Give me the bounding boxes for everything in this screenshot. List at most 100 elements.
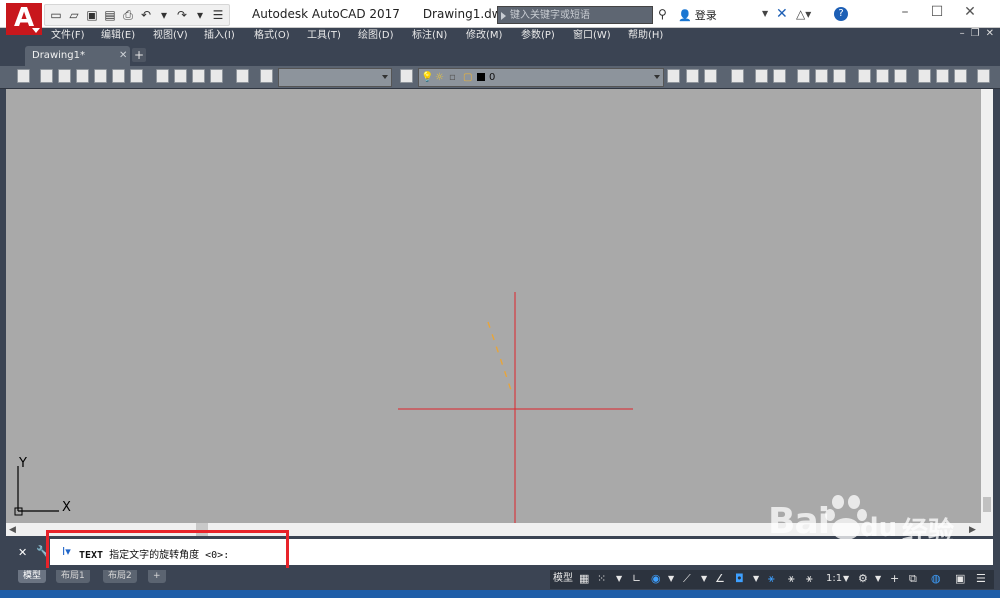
save-as-icon[interactable]: ▤ (103, 8, 117, 22)
close-icon[interactable]: ✕ (18, 546, 27, 559)
menu-insert[interactable]: 插入(I) (204, 28, 235, 44)
layer-states-icon[interactable] (704, 69, 717, 83)
chevron-down-icon[interactable]: ▼ (616, 572, 622, 586)
ucs-z-icon[interactable] (954, 69, 967, 83)
vertical-scrollbar[interactable] (981, 89, 993, 523)
tab-layout2[interactable]: 布局2 (103, 570, 137, 583)
view-manager-icon[interactable] (260, 69, 273, 83)
gear-icon[interactable]: ⚙ (858, 572, 868, 586)
annotation-scale-value[interactable]: 1:1 (826, 572, 842, 586)
doc-minimize-icon[interactable]: – (960, 28, 965, 39)
menu-modify[interactable]: 修改(M) (466, 28, 502, 44)
menu-help[interactable]: 帮助(H) (628, 28, 663, 44)
redo-icon[interactable]: ↷ (175, 8, 189, 22)
sw-iso-icon[interactable] (156, 69, 169, 83)
add-layout-icon[interactable]: + (148, 570, 166, 583)
undo-dropdown-icon[interactable]: ▾ (157, 8, 171, 22)
scroll-left-icon[interactable]: ◀ (9, 525, 16, 535)
chevron-down-icon[interactable]: ▼ (701, 572, 707, 586)
annotation-visibility-icon[interactable]: ⚹ (768, 572, 775, 586)
ucs-origin-icon[interactable] (894, 69, 907, 83)
doc-close-icon[interactable]: ✕ (986, 28, 994, 39)
print-icon[interactable]: ⎙ (121, 8, 135, 22)
fullscreen-icon[interactable]: ▣ (955, 572, 965, 586)
chevron-down-icon[interactable]: ▼ (753, 572, 759, 586)
nw-iso-icon[interactable] (210, 69, 223, 83)
redo-dropdown-icon[interactable]: ▾ (193, 8, 207, 22)
menu-window[interactable]: 窗口(W) (573, 28, 611, 44)
make-current-layer-icon[interactable] (667, 69, 680, 83)
ucs-apply-icon[interactable] (977, 69, 990, 83)
menu-edit[interactable]: 编辑(E) (101, 28, 135, 44)
new-tab-button[interactable]: + (132, 48, 146, 62)
zoom-scale-icon[interactable] (833, 69, 846, 83)
application-menu-button[interactable]: A (6, 3, 42, 35)
sign-in-button[interactable]: 👤 登录 (678, 7, 717, 23)
menu-format[interactable]: 格式(O) (254, 28, 290, 44)
close-icon[interactable]: ✕ (960, 4, 980, 20)
chevron-down-icon[interactable]: ▼ (762, 9, 768, 18)
object-snap-tracking-icon[interactable]: ∠ (715, 572, 725, 586)
ucs-icon[interactable] (858, 69, 871, 83)
menu-tools[interactable]: 工具(T) (307, 28, 341, 44)
ne-iso-icon[interactable] (192, 69, 205, 83)
view-bottom-icon[interactable] (58, 69, 71, 83)
customize-status-icon[interactable]: ☰ (976, 572, 986, 586)
new-file-icon[interactable]: ▭ (49, 8, 63, 22)
undo-icon[interactable]: ↶ (139, 8, 153, 22)
menu-parametric[interactable]: 参数(P) (521, 28, 555, 44)
layer-dropdown[interactable]: 💡 ☼ ▫ ▢ 0 (418, 68, 664, 87)
layer-properties-icon[interactable] (400, 69, 413, 83)
customize-qat-icon[interactable]: ☰ (211, 8, 225, 22)
ucs-y-icon[interactable] (936, 69, 949, 83)
plus-icon[interactable]: + (890, 572, 899, 586)
menu-draw[interactable]: 绘图(D) (358, 28, 394, 44)
layer-previous-icon[interactable] (686, 69, 699, 83)
iso-draft-icon[interactable]: ⟋ (683, 572, 691, 586)
menu-view[interactable]: 视图(V) (153, 28, 188, 44)
view-right-icon[interactable] (94, 69, 107, 83)
camera-icon[interactable] (236, 69, 249, 83)
view-back-icon[interactable] (130, 69, 143, 83)
auto-scale-icon[interactable]: ⚹ (788, 572, 795, 586)
named-views-icon[interactable] (17, 69, 30, 83)
menu-dimension[interactable]: 标注(N) (412, 28, 447, 44)
tab-drawing1[interactable]: Drawing1* (25, 46, 130, 66)
doc-restore-icon[interactable]: ❐ (971, 28, 980, 39)
view-top-icon[interactable] (40, 69, 53, 83)
model-space-button[interactable]: 模型 (553, 572, 573, 586)
open-folder-icon[interactable]: ▱ (67, 8, 81, 22)
help-icon[interactable]: ? (834, 7, 848, 21)
isolate-objects-icon[interactable]: ◍ (931, 572, 941, 586)
ucs-world-icon[interactable] (876, 69, 889, 83)
binoculars-icon[interactable]: ⚲ (658, 7, 667, 21)
snap-icon[interactable]: ⁙ (597, 572, 606, 586)
tab-close-icon[interactable]: ✕ (119, 50, 127, 61)
view-dropdown[interactable] (278, 68, 392, 87)
view-left-icon[interactable] (76, 69, 89, 83)
zoom-window-icon[interactable] (797, 69, 810, 83)
search-input[interactable]: 键入关键字或短语 (497, 6, 653, 24)
se-iso-icon[interactable] (174, 69, 187, 83)
ortho-icon[interactable]: ∟ (632, 572, 641, 586)
chevron-down-icon[interactable]: ▼ (843, 572, 849, 586)
grid-icon[interactable]: ▦ (579, 572, 589, 586)
tab-model[interactable]: 模型 (18, 570, 47, 583)
polar-tracking-icon[interactable]: ◉ (651, 572, 661, 586)
maximize-icon[interactable]: ☐ (927, 4, 947, 20)
chevron-down-icon[interactable]: ▼ (875, 572, 881, 586)
tab-layout1[interactable]: 布局1 (56, 570, 90, 583)
zoom-realtime-icon[interactable] (755, 69, 768, 83)
view-front-icon[interactable] (112, 69, 125, 83)
vertical-scroll-thumb[interactable] (983, 497, 991, 512)
ucs-x-icon[interactable] (918, 69, 931, 83)
dim-linear-icon[interactable] (731, 69, 744, 83)
zoom-previous-icon[interactable] (773, 69, 786, 83)
object-snap-icon[interactable]: ◘ (735, 572, 744, 586)
a360-icon[interactable]: △▾ (796, 7, 811, 21)
hardware-acceleration-icon[interactable]: ⧉ (909, 572, 917, 586)
zoom-dynamic-icon[interactable] (815, 69, 828, 83)
minimize-icon[interactable]: – (895, 4, 915, 20)
menu-file[interactable]: 文件(F) (51, 28, 85, 44)
drawing-area[interactable]: Y X (6, 89, 981, 523)
